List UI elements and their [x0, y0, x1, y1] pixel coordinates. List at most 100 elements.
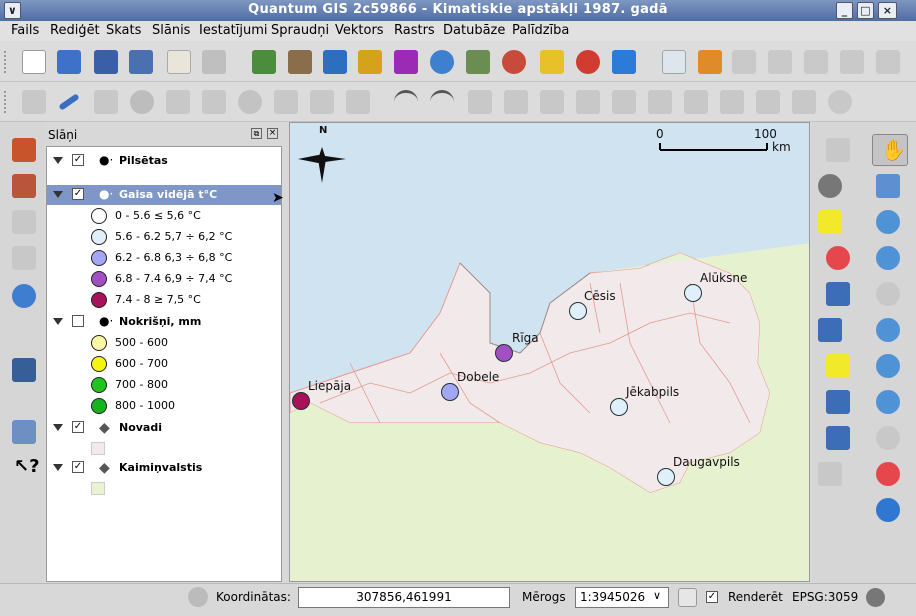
new-shapefile-icon[interactable]	[612, 50, 636, 74]
paste-features-icon[interactable]	[346, 90, 370, 114]
redo-icon[interactable]	[430, 90, 454, 114]
remove-layer-icon[interactable]	[576, 50, 600, 74]
menu-edit[interactable]: Rediģēt	[50, 23, 100, 38]
scale-combobox[interactable]: 1:3945026 ∨	[575, 587, 669, 608]
layer-row-precipitation[interactable]: ●· Nokrišņi, mm	[47, 312, 281, 332]
move-feature-icon[interactable]	[166, 90, 190, 114]
menu-database[interactable]: Datubāze	[443, 23, 505, 38]
new-print-composer-icon[interactable]	[167, 50, 191, 74]
menu-vector[interactable]: Vektors	[335, 23, 384, 38]
render-checkbox[interactable]: ✓	[706, 591, 718, 603]
menu-raster[interactable]: Rastrs	[394, 23, 435, 38]
menu-help[interactable]: Palīdzība	[512, 23, 569, 38]
new-project-icon[interactable]	[22, 50, 46, 74]
menu-file[interactable]: Fails	[11, 23, 39, 38]
collapse-arrow-icon[interactable]	[53, 464, 63, 471]
offset-curve-icon[interactable]	[684, 90, 708, 114]
layer-visibility-checkbox[interactable]	[72, 315, 84, 327]
show-hide-labels-icon[interactable]	[768, 50, 792, 74]
add-raster-layer-icon[interactable]	[288, 50, 312, 74]
float-panel-icon[interactable]: ⧉	[251, 128, 262, 139]
delete-selected-icon[interactable]	[238, 90, 262, 114]
add-wms-layer-icon[interactable]	[430, 50, 454, 74]
city-point[interactable]	[684, 284, 702, 302]
delete-part-icon[interactable]	[612, 90, 636, 114]
deselect-icon[interactable]	[826, 246, 850, 270]
histogram-icon[interactable]	[12, 138, 36, 162]
label-tool-icon[interactable]	[662, 50, 686, 74]
coordinates-field[interactable]: 307856,461991	[298, 587, 510, 608]
node-tool-icon[interactable]	[202, 90, 226, 114]
save-as-icon[interactable]	[129, 50, 153, 74]
layer-row-municipalities[interactable]: ✓ ◆ Novadi	[47, 418, 281, 438]
close-panel-icon[interactable]: ×	[267, 128, 278, 139]
zoom-next-icon[interactable]	[876, 462, 900, 486]
attribute-table-icon[interactable]	[826, 282, 850, 306]
undo-icon[interactable]	[394, 90, 418, 114]
layer-row-cities[interactable]: ✓ ●· Pilsētas	[47, 151, 281, 171]
add-feature-icon[interactable]	[130, 90, 154, 114]
change-label-icon[interactable]	[876, 50, 900, 74]
pan-to-selection-icon[interactable]	[876, 174, 900, 198]
city-point[interactable]	[610, 398, 628, 416]
stop-render-icon[interactable]	[678, 588, 697, 607]
move-label-icon[interactable]	[804, 50, 828, 74]
zoom-full-icon[interactable]	[876, 318, 900, 342]
copy-features-icon[interactable]	[310, 90, 334, 114]
show-bookmarks-icon[interactable]	[826, 426, 850, 450]
layer-visibility-checkbox[interactable]: ✓	[72, 461, 84, 473]
add-ring-icon[interactable]	[504, 90, 528, 114]
zoom-to-selection-icon[interactable]	[876, 354, 900, 378]
new-bookmark-icon[interactable]	[826, 390, 850, 414]
add-delimited-text-icon[interactable]	[540, 50, 564, 74]
zoom-out-icon[interactable]	[876, 246, 900, 270]
layer-visibility-checkbox[interactable]: ✓	[72, 421, 84, 433]
collapse-arrow-icon[interactable]	[53, 318, 63, 325]
gps-globe-icon[interactable]	[12, 284, 36, 308]
close-icon[interactable]: ×	[878, 2, 897, 19]
cut-features-icon[interactable]	[274, 90, 298, 114]
increase-brightness-icon[interactable]	[12, 246, 36, 270]
pan-map-button[interactable]: ✋	[872, 134, 908, 166]
zoom-to-layer-icon[interactable]	[876, 390, 900, 414]
add-wcs-layer-icon[interactable]	[466, 50, 490, 74]
toolbar-grip[interactable]	[4, 91, 8, 113]
menu-plugins[interactable]: Spraudņi	[271, 23, 329, 38]
save-project-icon[interactable]	[94, 50, 118, 74]
city-point[interactable]	[657, 468, 675, 486]
pin-labels-icon[interactable]	[732, 50, 756, 74]
run-feature-action-icon[interactable]	[818, 174, 842, 198]
help-book-icon[interactable]	[12, 420, 36, 444]
reshape-features-icon[interactable]	[648, 90, 672, 114]
city-point[interactable]	[292, 392, 310, 410]
merge-features-icon[interactable]	[756, 90, 780, 114]
add-wfs-layer-icon[interactable]	[502, 50, 526, 74]
print-icon[interactable]	[202, 50, 226, 74]
city-point[interactable]	[569, 302, 587, 320]
simplify-feature-icon[interactable]	[468, 90, 492, 114]
toolbar-grip[interactable]	[4, 51, 8, 73]
menu-view[interactable]: Skats	[106, 23, 141, 38]
rotate-label-icon[interactable]	[840, 50, 864, 74]
layer-visibility-checkbox[interactable]: ✓	[72, 154, 84, 166]
add-mssql-layer-icon[interactable]	[394, 50, 418, 74]
merge-attributes-icon[interactable]	[792, 90, 816, 114]
add-vector-layer-icon[interactable]	[252, 50, 276, 74]
add-part-icon[interactable]	[540, 90, 564, 114]
collapse-arrow-icon[interactable]	[53, 424, 63, 431]
menu-layer[interactable]: Slānis	[152, 23, 190, 38]
database-icon[interactable]	[12, 358, 36, 382]
local-histogram-icon[interactable]	[12, 210, 36, 234]
collapse-arrow-icon[interactable]	[53, 157, 63, 164]
layer-row-temperature[interactable]: ✓ ●· Gaisa vidējā t°C	[47, 185, 281, 205]
identify-icon[interactable]	[826, 138, 850, 162]
map-canvas[interactable]: N 0 100 km Alūksne Cēsis Rīga Liepāja Do…	[289, 122, 810, 582]
minimize-icon[interactable]: _	[836, 2, 853, 19]
zoom-last-icon[interactable]	[876, 426, 900, 450]
current-edits-icon[interactable]	[94, 90, 118, 114]
text-annotation-icon[interactable]	[818, 462, 842, 486]
collapse-arrow-icon[interactable]	[53, 191, 63, 198]
toggle-extents-icon[interactable]	[188, 587, 208, 607]
add-spatialite-layer-icon[interactable]	[358, 50, 382, 74]
save-edits-icon[interactable]	[22, 90, 46, 114]
